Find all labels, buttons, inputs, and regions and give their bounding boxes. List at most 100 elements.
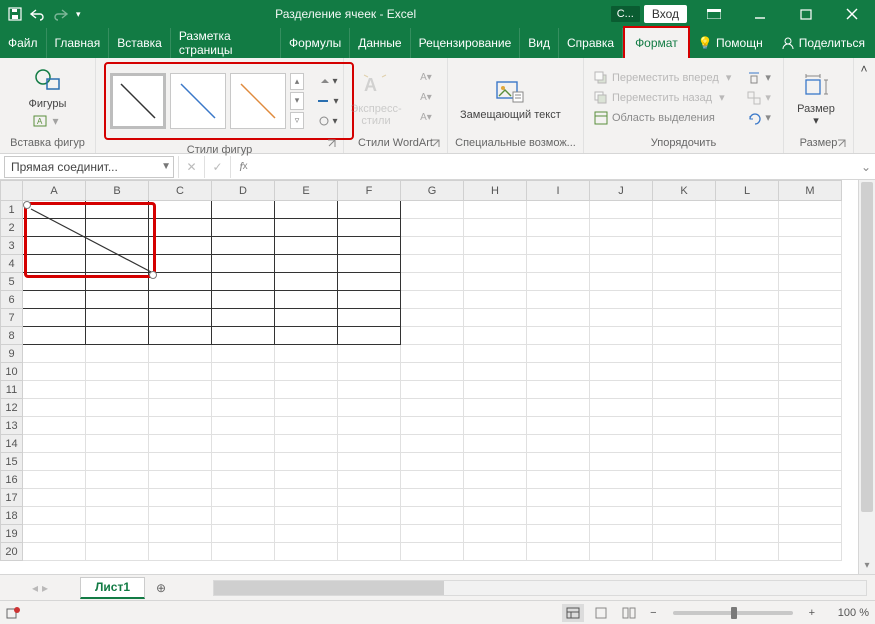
cell[interactable] bbox=[527, 507, 590, 525]
cell[interactable] bbox=[590, 327, 653, 345]
row-header[interactable]: 9 bbox=[1, 345, 23, 363]
cell[interactable] bbox=[653, 381, 716, 399]
cell[interactable] bbox=[401, 309, 464, 327]
cell[interactable] bbox=[338, 507, 401, 525]
cell[interactable] bbox=[653, 255, 716, 273]
cell[interactable] bbox=[716, 363, 779, 381]
cell[interactable] bbox=[338, 381, 401, 399]
close-button[interactable] bbox=[829, 0, 875, 28]
cell[interactable] bbox=[149, 309, 212, 327]
cell[interactable] bbox=[23, 435, 86, 453]
alt-text-button[interactable]: Замещающий текст bbox=[456, 73, 565, 123]
row-header[interactable]: 10 bbox=[1, 363, 23, 381]
cell[interactable] bbox=[527, 381, 590, 399]
cell[interactable] bbox=[212, 291, 275, 309]
cell[interactable] bbox=[590, 291, 653, 309]
cell[interactable] bbox=[149, 291, 212, 309]
cell[interactable] bbox=[716, 327, 779, 345]
cell[interactable] bbox=[212, 327, 275, 345]
cell[interactable] bbox=[527, 453, 590, 471]
enter-formula-button[interactable]: ✓ bbox=[204, 156, 230, 178]
cell[interactable] bbox=[464, 417, 527, 435]
cell[interactable] bbox=[86, 543, 149, 561]
cell[interactable] bbox=[149, 489, 212, 507]
tab-формулы[interactable]: Формулы bbox=[281, 28, 350, 58]
cell[interactable] bbox=[464, 219, 527, 237]
cell[interactable] bbox=[23, 417, 86, 435]
cell[interactable] bbox=[590, 201, 653, 219]
column-header[interactable]: M bbox=[779, 181, 842, 201]
cell[interactable] bbox=[212, 255, 275, 273]
cell[interactable] bbox=[338, 309, 401, 327]
cell[interactable] bbox=[275, 381, 338, 399]
cell[interactable] bbox=[86, 417, 149, 435]
cell[interactable] bbox=[464, 507, 527, 525]
cell[interactable] bbox=[275, 273, 338, 291]
cell[interactable] bbox=[401, 237, 464, 255]
cell[interactable] bbox=[716, 201, 779, 219]
column-header[interactable]: A bbox=[23, 181, 86, 201]
cell[interactable] bbox=[653, 507, 716, 525]
cell[interactable] bbox=[527, 219, 590, 237]
cell[interactable] bbox=[23, 309, 86, 327]
size-launcher[interactable] bbox=[837, 139, 849, 151]
cell[interactable] bbox=[527, 363, 590, 381]
cell[interactable] bbox=[653, 291, 716, 309]
cell[interactable] bbox=[653, 435, 716, 453]
cell[interactable] bbox=[779, 417, 842, 435]
cell[interactable] bbox=[464, 309, 527, 327]
cell[interactable] bbox=[149, 543, 212, 561]
row-header[interactable]: 5 bbox=[1, 273, 23, 291]
cell[interactable] bbox=[23, 255, 86, 273]
cell[interactable] bbox=[212, 507, 275, 525]
cell[interactable] bbox=[86, 237, 149, 255]
cell[interactable] bbox=[653, 201, 716, 219]
row-header[interactable]: 2 bbox=[1, 219, 23, 237]
wordart-launcher[interactable] bbox=[431, 139, 443, 151]
cell[interactable] bbox=[401, 525, 464, 543]
page-break-view-button[interactable] bbox=[618, 604, 640, 622]
cell[interactable] bbox=[590, 363, 653, 381]
cell[interactable] bbox=[338, 489, 401, 507]
cell[interactable] bbox=[716, 453, 779, 471]
cell[interactable] bbox=[86, 489, 149, 507]
cell[interactable] bbox=[779, 471, 842, 489]
cell[interactable] bbox=[275, 507, 338, 525]
rotate-button[interactable]: ▾ bbox=[745, 109, 773, 127]
cell[interactable] bbox=[149, 201, 212, 219]
cell[interactable] bbox=[464, 489, 527, 507]
cell[interactable] bbox=[653, 237, 716, 255]
cell[interactable] bbox=[212, 201, 275, 219]
cell[interactable] bbox=[338, 273, 401, 291]
cell[interactable] bbox=[653, 327, 716, 345]
cell[interactable] bbox=[149, 255, 212, 273]
cell[interactable] bbox=[338, 345, 401, 363]
cell[interactable] bbox=[716, 309, 779, 327]
cell[interactable] bbox=[590, 489, 653, 507]
size-button[interactable]: Размер▾ bbox=[792, 67, 840, 129]
cell[interactable] bbox=[590, 345, 653, 363]
cell[interactable] bbox=[779, 273, 842, 291]
cell[interactable] bbox=[338, 417, 401, 435]
cell[interactable] bbox=[275, 201, 338, 219]
cell[interactable] bbox=[338, 237, 401, 255]
vertical-scrollbar[interactable]: ▴ ▾ bbox=[858, 180, 875, 574]
row-header[interactable]: 19 bbox=[1, 525, 23, 543]
cell[interactable] bbox=[86, 309, 149, 327]
cell[interactable] bbox=[149, 219, 212, 237]
cell[interactable] bbox=[527, 309, 590, 327]
cell[interactable] bbox=[590, 543, 653, 561]
cell[interactable] bbox=[275, 219, 338, 237]
cell[interactable] bbox=[716, 543, 779, 561]
cell[interactable] bbox=[23, 201, 86, 219]
cell[interactable] bbox=[212, 435, 275, 453]
cell[interactable] bbox=[779, 327, 842, 345]
cell[interactable] bbox=[716, 381, 779, 399]
shape-styles-gallery[interactable]: ▴▾▿ ▾ ▾ ▾ bbox=[104, 62, 354, 140]
cell[interactable] bbox=[23, 543, 86, 561]
cell[interactable] bbox=[527, 525, 590, 543]
cell[interactable] bbox=[590, 219, 653, 237]
cell[interactable] bbox=[716, 525, 779, 543]
cell[interactable] bbox=[401, 471, 464, 489]
row-header[interactable]: 3 bbox=[1, 237, 23, 255]
